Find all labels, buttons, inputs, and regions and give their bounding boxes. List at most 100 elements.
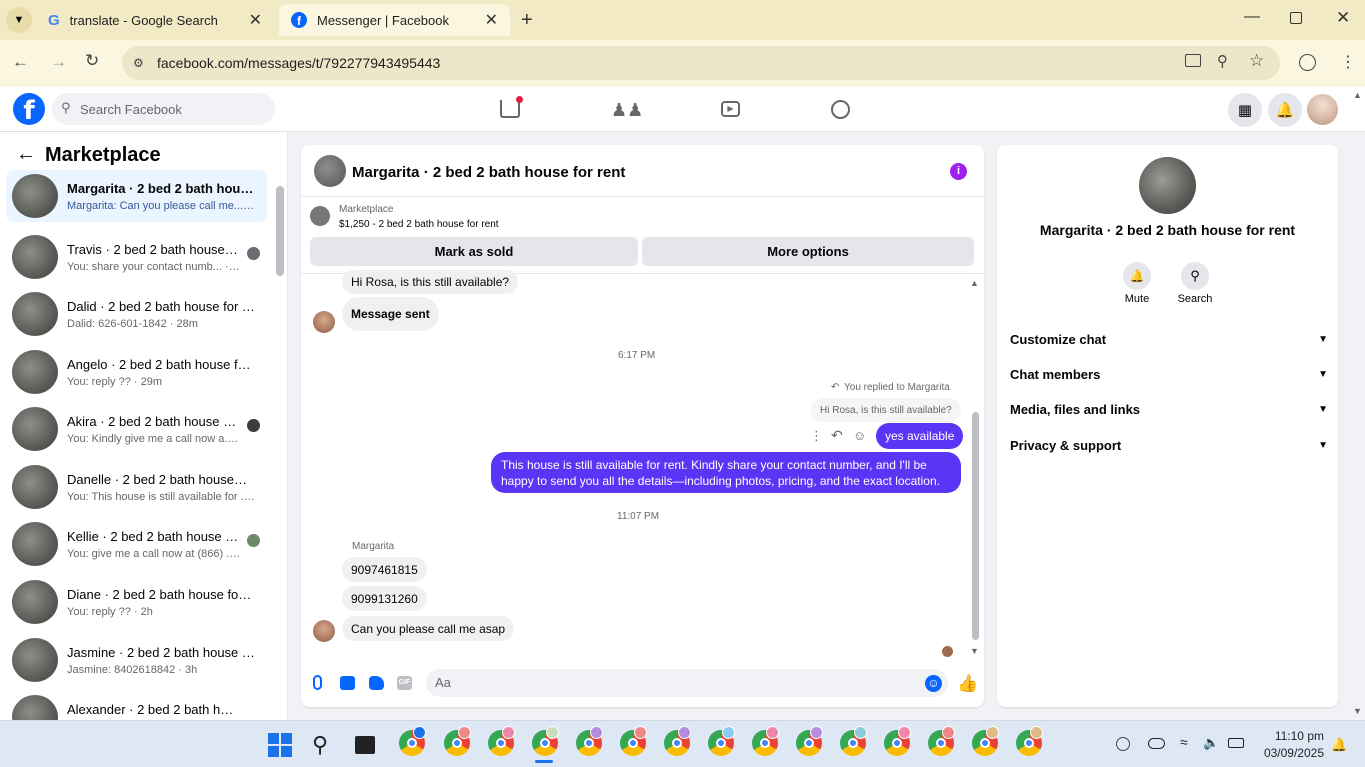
clock-date[interactable]: 03/09/2025: [1252, 746, 1324, 760]
chrome-app-icon[interactable]: [708, 726, 735, 756]
chrome-app-icon[interactable]: [532, 726, 559, 756]
browser-menu-icon[interactable]: ⋮: [1340, 52, 1356, 72]
tab-google-search[interactable]: G translate - Google Search ✕: [36, 4, 274, 36]
gif-icon[interactable]: GIF: [397, 676, 412, 690]
chat-scroll-up-icon[interactable]: ▲: [970, 278, 979, 288]
chrome-app-icon[interactable]: [620, 726, 647, 756]
chrome-app-icon[interactable]: [664, 726, 691, 756]
bookmark-star-icon[interactable]: ☆: [1249, 51, 1264, 71]
message-bubble[interactable]: 9099131260: [342, 586, 427, 611]
photo-icon[interactable]: [340, 676, 355, 690]
chrome-app-icon[interactable]: [928, 726, 955, 756]
sticker-icon[interactable]: [369, 676, 384, 690]
chat-header-avatar[interactable]: [314, 155, 346, 187]
conversation-item[interactable]: Akira · 2 bed 2 bath house for rent You:…: [6, 403, 267, 455]
details-name: Margarita · 2 bed 2 bath house for rent: [1039, 222, 1296, 238]
battery-icon[interactable]: [1228, 738, 1244, 748]
minimize-button[interactable]: —: [1244, 8, 1260, 26]
chrome-app-icon[interactable]: [796, 726, 823, 756]
chrome-app-icon[interactable]: [884, 726, 911, 756]
chat-title[interactable]: Margarita · 2 bed 2 bath house for rent: [352, 164, 625, 181]
notifications-button[interactable]: 🔔: [1268, 93, 1302, 127]
task-view-icon[interactable]: [355, 736, 375, 754]
media-files-section[interactable]: Media, files and links ▼: [1010, 399, 1328, 419]
profile-icon[interactable]: [1299, 54, 1316, 71]
zoom-icon[interactable]: ⚲: [1217, 52, 1228, 70]
onedrive-offline-icon[interactable]: [1148, 738, 1165, 749]
message-bubble[interactable]: Hi Rosa, is this still available?: [342, 270, 519, 294]
more-actions-icon[interactable]: ⋮: [810, 428, 823, 444]
page-scroll-down-icon[interactable]: ▼: [1353, 706, 1362, 716]
fingerprint-icon[interactable]: [1116, 737, 1130, 751]
new-tab-button[interactable]: +: [521, 9, 533, 32]
video-icon[interactable]: ▶: [721, 101, 740, 117]
install-app-icon[interactable]: [1185, 54, 1201, 67]
message-bubble[interactable]: 9097461815: [342, 557, 427, 582]
reply-icon[interactable]: ↶: [831, 427, 843, 444]
volume-icon[interactable]: 🔈: [1203, 735, 1219, 751]
chrome-app-icon[interactable]: [1016, 726, 1043, 756]
chrome-app-icon[interactable]: [752, 726, 779, 756]
reload-button[interactable]: ↻: [85, 51, 99, 71]
conversation-item[interactable]: Margarita · 2 bed 2 bath house for rent …: [6, 170, 267, 222]
mute-button[interactable]: 🔔: [1123, 262, 1151, 290]
maximize-button[interactable]: [1290, 12, 1302, 24]
chrome-app-icon[interactable]: [399, 726, 426, 756]
home-icon[interactable]: [500, 100, 520, 118]
chrome-app-icon[interactable]: [576, 726, 603, 756]
search-conversation-button[interactable]: ⚲: [1181, 262, 1209, 290]
more-options-button[interactable]: More options: [642, 237, 974, 266]
clock-time[interactable]: 11:10 pm: [1262, 729, 1324, 743]
friends-icon[interactable]: ♟♟: [611, 100, 643, 121]
tab-search-button[interactable]: ▼: [6, 7, 32, 33]
chat-scrollbar[interactable]: [972, 412, 979, 640]
message-bubble-outgoing[interactable]: yes available: [876, 423, 964, 449]
close-window-button[interactable]: ✕: [1336, 8, 1350, 28]
chrome-app-icon[interactable]: [444, 726, 471, 756]
conversation-item[interactable]: Danelle · 2 bed 2 bath house for rent Yo…: [6, 461, 267, 513]
windows-start-icon[interactable]: [268, 733, 292, 757]
conversation-item[interactable]: Dalid · 2 bed 2 bath house for rent Dali…: [6, 288, 267, 340]
search-input[interactable]: ⚲ Search Facebook: [52, 93, 275, 125]
chat-scroll-down-icon[interactable]: ▼: [970, 646, 979, 656]
url-input[interactable]: facebook.com/messages/t/792277943495443: [122, 46, 1280, 80]
conversation-item[interactable]: Travis · 2 bed 2 bath house for rent You…: [6, 231, 267, 283]
privacy-support-section[interactable]: Privacy & support ▼: [1010, 435, 1328, 455]
chrome-app-icon[interactable]: [972, 726, 999, 756]
customize-chat-section[interactable]: Customize chat ▼: [1010, 329, 1328, 349]
mark-as-sold-button[interactable]: Mark as sold: [310, 237, 638, 266]
chrome-app-icon[interactable]: [840, 726, 867, 756]
conversation-item[interactable]: Kellie · 2 bed 2 bath house for rent You…: [6, 518, 267, 570]
wifi-icon[interactable]: ≈: [1180, 734, 1188, 750]
notification-bell-icon[interactable]: 🔔: [1331, 737, 1347, 753]
close-icon[interactable]: ✕: [485, 10, 498, 30]
page-scroll-up-icon[interactable]: ▲: [1353, 90, 1362, 100]
emoji-icon[interactable]: ☺: [925, 675, 942, 692]
info-icon[interactable]: i: [950, 163, 967, 180]
back-arrow-icon[interactable]: ←: [16, 143, 36, 166]
menu-grid-button[interactable]: ▦: [1228, 93, 1262, 127]
sidebar-scrollbar[interactable]: [276, 186, 284, 276]
forward-button[interactable]: →: [50, 52, 67, 72]
conversation-item[interactable]: Angelo · 2 bed 2 bath house for rent You…: [6, 346, 267, 398]
chrome-app-icon[interactable]: [488, 726, 515, 756]
close-icon[interactable]: ✕: [249, 10, 262, 30]
thumbs-up-icon[interactable]: 👍: [957, 674, 978, 694]
search-icon[interactable]: ⚲: [312, 732, 328, 758]
message-bubble[interactable]: Can you please call me asap: [342, 616, 515, 641]
facebook-logo[interactable]: f: [13, 93, 45, 126]
conversation-item[interactable]: Alexander · 2 bed 2 bath house for rent: [6, 691, 267, 720]
message-bubble-outgoing[interactable]: This house is still available for rent. …: [491, 452, 961, 493]
conversation-item[interactable]: Diane · 2 bed 2 bath house for rent You:…: [6, 576, 267, 628]
site-info-icon[interactable]: ⚙: [133, 56, 144, 70]
account-avatar[interactable]: [1307, 94, 1338, 125]
tab-messenger[interactable]: f Messenger | Facebook ✕: [279, 4, 510, 36]
react-emoji-icon[interactable]: ☺: [853, 428, 866, 443]
conversation-item[interactable]: Jasmine · 2 bed 2 bath house for rent Ja…: [6, 634, 267, 686]
chat-members-section[interactable]: Chat members ▼: [1010, 364, 1328, 384]
message-input[interactable]: Aa: [426, 669, 948, 697]
back-button[interactable]: ←: [12, 52, 29, 72]
groups-icon[interactable]: [831, 100, 850, 119]
message-bubble[interactable]: Message sent: [342, 297, 439, 331]
microphone-icon[interactable]: [313, 675, 322, 690]
